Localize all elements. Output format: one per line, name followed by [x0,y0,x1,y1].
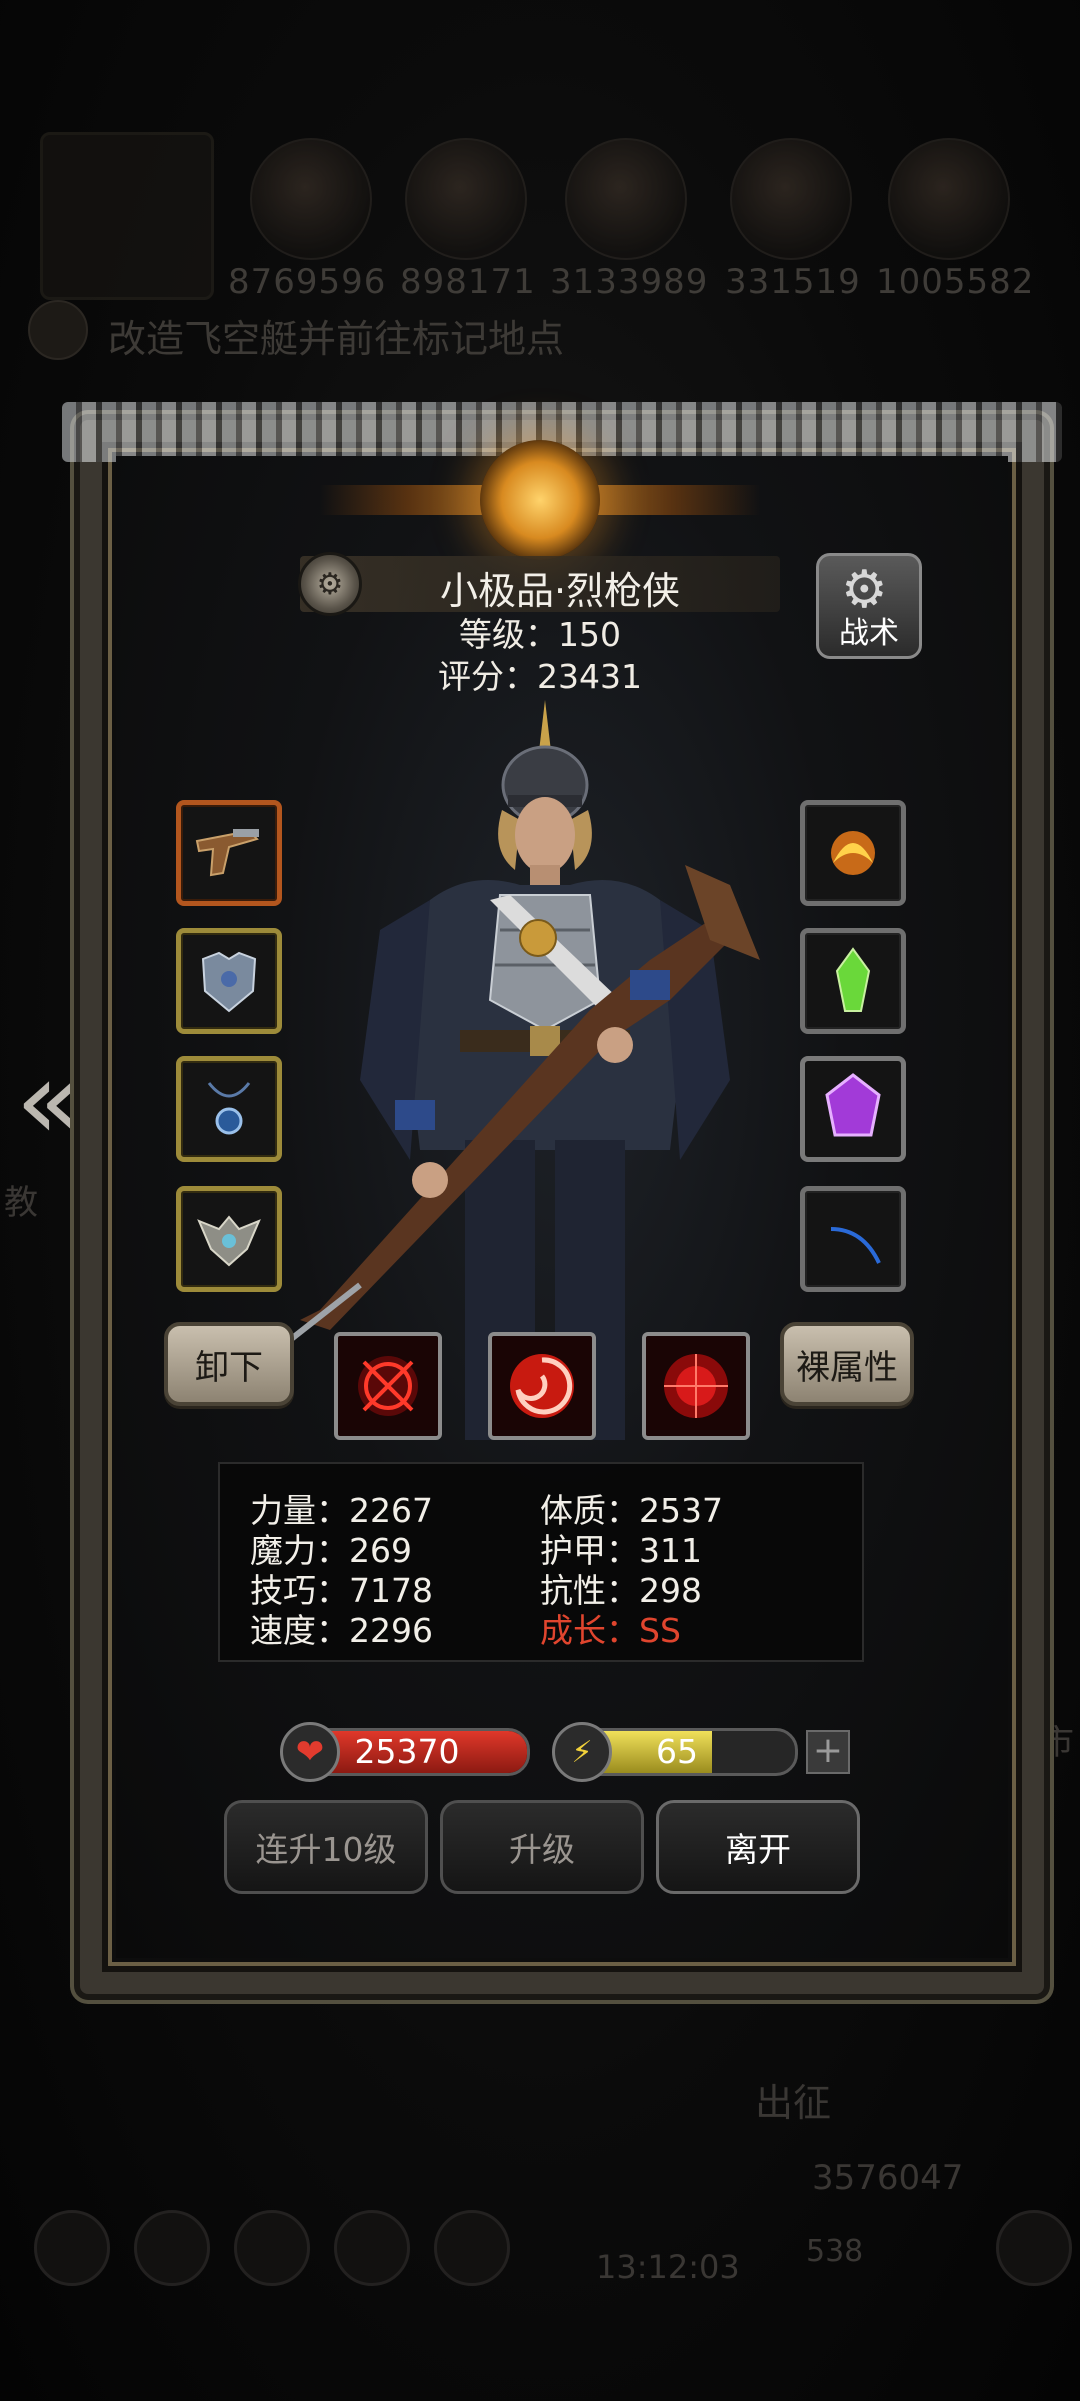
level-up-button[interactable]: 升级 [440,1800,644,1894]
resource-count: 331519 [725,262,861,302]
swirl-skill-icon [510,1354,574,1418]
bread-resource-icon [405,138,527,260]
crystal-resource-icon [730,138,852,260]
target-skill-icon [664,1354,728,1418]
stat-speed: 速度：2296 [250,1611,433,1650]
skill-slot-3[interactable] [642,1332,750,1440]
stats-panel: 力量：2267 体质：2537 魔力：269 护甲：311 技巧：7178 抗性… [218,1462,864,1662]
blue-feather-icon [830,1227,881,1264]
gem-slot[interactable] [800,1056,906,1162]
resource-count: 3133989 [550,262,709,302]
add-energy-button[interactable]: + [806,1730,850,1774]
timer: 13:12:03 [596,2248,740,2286]
leave-button[interactable]: 离开 [656,1800,860,1894]
armor-slot[interactable] [176,928,282,1034]
amulet-icon [207,1082,251,1135]
stone-resource-icon [888,138,1010,260]
resource-count: 898171 [400,262,536,302]
level-up-10-button[interactable]: 连升10级 [224,1800,428,1894]
skill-slot-2[interactable] [488,1332,596,1440]
crest-slot[interactable] [176,1186,282,1292]
purple-gem-icon [825,1073,881,1137]
left-edge-text: 教 [4,1183,38,1223]
gold-amount: 3576047 [812,2158,964,2198]
base-attributes-button[interactable]: 裸属性 [780,1322,914,1406]
menu-circle-icon [34,2210,110,2286]
skill-slot-1[interactable] [334,1332,442,1440]
resource-count: 8769596 [228,262,387,302]
helm-crest-icon [197,1215,261,1267]
energy-bolt-icon: ⚡ [552,1722,612,1782]
gem-amount: 538 [806,2234,864,2269]
hero-score: 评分：23431 [438,657,642,696]
fire-relic-icon [831,831,875,875]
quest-icon [28,300,88,360]
tactic-label: 战术 [839,616,899,651]
green-crystal-icon [835,947,871,1012]
rank-medal-icon: ⚙ [298,552,362,616]
relic-slot[interactable] [800,800,906,906]
wood-resource-icon [250,138,372,260]
player-avatar [40,132,214,300]
depart-label: 出征 [755,2081,832,2125]
menu-circle-icon [434,2210,510,2286]
stat-growth: 成长：SS [540,1611,681,1650]
quest-text: 改造飞空艇并前往标记地点 [108,317,565,361]
add-circle-icon [996,2210,1072,2286]
crosshair-skill-icon [358,1356,418,1416]
chest-armor-icon [201,951,257,1013]
accessory-slot[interactable] [800,1186,906,1292]
frame-crest-icon [480,440,600,560]
menu-circle-icon [134,2210,210,2286]
pistol-icon [195,829,259,877]
menu-circle-icon [234,2210,310,2286]
hero-name: 小极品·烈枪侠 [439,569,681,613]
menu-circle-icon [334,2210,410,2286]
amulet-slot[interactable] [176,1056,282,1162]
resource-count: 1005582 [876,262,1035,302]
previous-hero-arrow-icon[interactable]: « [14,1045,84,1155]
iron-resource-icon [565,138,687,260]
right-edge-text: 市 [1040,1723,1074,1763]
crystal-slot[interactable] [800,928,906,1034]
unequip-button[interactable]: 卸下 [164,1322,294,1406]
weapon-slot[interactable] [176,800,282,906]
heart-icon: ❤ [280,1722,340,1782]
hero-level: 等级：150 [459,615,621,654]
tactic-button[interactable]: ⚙ 战术 [816,553,922,659]
